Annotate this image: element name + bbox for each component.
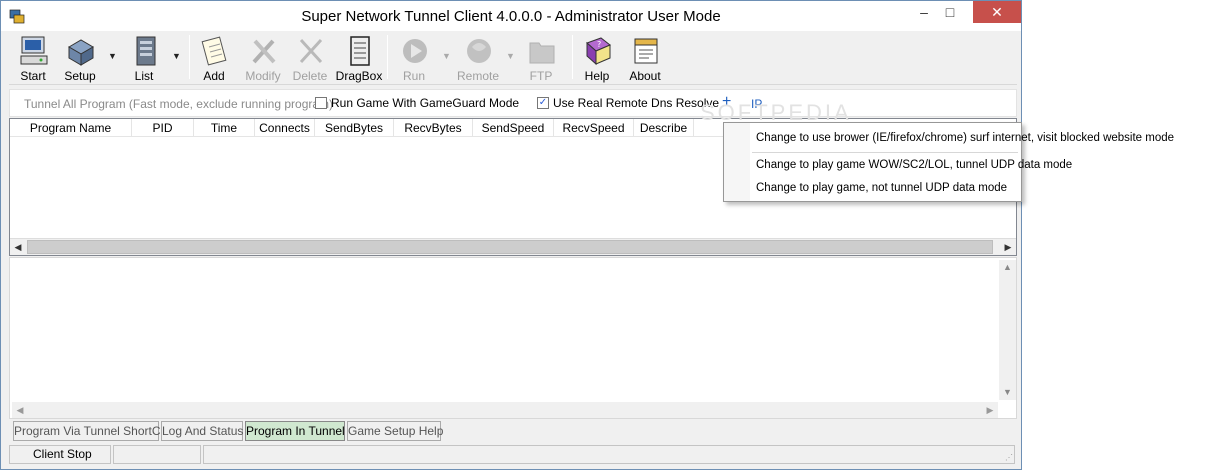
app-window: Super Network Tunnel Client 4.0.0.0 - Ad… xyxy=(0,0,1022,470)
modify-button[interactable]: Modify xyxy=(240,33,286,83)
mode-context-menu: Change to use brower (IE/firefox/chrome)… xyxy=(723,122,1174,202)
status-bar: Client Stop ⋰ xyxy=(9,445,1017,465)
ftp-label: FTP xyxy=(529,69,553,83)
ftp-button[interactable]: FTP xyxy=(518,33,564,83)
gameguard-label: Run Game With GameGuard Mode xyxy=(331,96,520,110)
menu-item-browser-mode[interactable]: Change to use brower (IE/firefox/chrome)… xyxy=(756,132,1174,144)
menu-gutter xyxy=(724,123,750,201)
column-header[interactable]: SendSpeed xyxy=(473,119,554,137)
list-dropdown-icon[interactable]: ▼ xyxy=(172,51,182,61)
horizontal-scrollbar[interactable]: ◀ ▶ xyxy=(10,238,1016,255)
scroll-thumb[interactable] xyxy=(27,240,993,254)
column-header[interactable]: Describe xyxy=(634,119,694,137)
remote-dropdown-icon[interactable]: ▼ xyxy=(506,51,516,61)
run-dropdown-icon[interactable]: ▼ xyxy=(442,51,452,61)
client-status: Client Stop xyxy=(9,445,111,464)
menu-item-udp-tunnel-mode[interactable]: Change to play game WOW/SC2/LOL, tunnel … xyxy=(756,159,1072,171)
tab-game-setup-help[interactable]: Game Setup Help xyxy=(347,421,443,441)
gameguard-checkbox[interactable]: Run Game With GameGuard Mode xyxy=(315,96,519,110)
menu-separator xyxy=(752,152,1018,153)
tab-log-and-status[interactable]: Log And Status xyxy=(161,421,243,441)
log-area[interactable]: ▲ ▼ ◀ ▶ xyxy=(9,257,1017,419)
close-button[interactable]: ✕ xyxy=(973,1,1021,23)
setup-button[interactable]: Setup xyxy=(57,33,103,83)
dragbox-icon xyxy=(350,36,370,66)
tab-program-via-tunnel-shortcut[interactable]: Program Via Tunnel ShortCut xyxy=(13,421,171,441)
column-header[interactable]: Program Name xyxy=(10,119,132,137)
scroll-down-icon[interactable]: ▼ xyxy=(999,385,1016,400)
dragbox-label: DragBox xyxy=(335,69,383,83)
list-label: List xyxy=(134,69,154,83)
about-label: About xyxy=(629,69,661,83)
setup-box-icon xyxy=(68,39,94,66)
about-icon xyxy=(634,38,658,64)
column-header[interactable]: Connects xyxy=(255,119,315,137)
tab-program-in-tunnel[interactable]: Program In Tunnel xyxy=(245,421,345,441)
run-button[interactable]: Run xyxy=(391,33,437,83)
tunnel-all-program-button[interactable]: Tunnel All Program (Fast mode, exclude r… xyxy=(24,97,333,111)
scroll-right-icon[interactable]: ▶ xyxy=(982,403,998,418)
remote-label: Remote xyxy=(456,69,500,83)
window-title: Super Network Tunnel Client 4.0.0.0 - Ad… xyxy=(301,8,721,25)
horizontal-scrollbar[interactable]: ◀ ▶ xyxy=(12,402,998,418)
column-header[interactable]: RecvSpeed xyxy=(554,119,634,137)
setup-label: Setup xyxy=(64,69,96,83)
start-button[interactable]: Start xyxy=(10,33,56,83)
list-icon xyxy=(136,36,156,66)
computer-icon xyxy=(20,36,48,65)
options-bar: Tunnel All Program (Fast mode, exclude r… xyxy=(9,89,1017,117)
svg-text:?: ? xyxy=(597,40,601,49)
column-header[interactable]: Time xyxy=(194,119,255,137)
remote-dns-label: Use Real Remote Dns Resolve xyxy=(553,96,720,110)
ftp-folder-icon xyxy=(529,42,555,64)
status-cell-message xyxy=(203,445,1015,464)
column-header[interactable]: RecvBytes xyxy=(394,119,473,137)
toolbar: Start Setup ▼ List ▼ Add Modify Delete D… xyxy=(9,31,1017,85)
remote-icon xyxy=(467,39,491,63)
column-header[interactable]: PID xyxy=(132,119,194,137)
title-bar[interactable]: Super Network Tunnel Client 4.0.0.0 - Ad… xyxy=(1,1,1021,31)
scroll-up-icon[interactable]: ▲ xyxy=(999,260,1016,275)
run-icon xyxy=(403,39,427,63)
notepad-icon xyxy=(201,36,227,66)
setup-dropdown-icon[interactable]: ▼ xyxy=(108,51,118,61)
menu-item-no-udp-mode[interactable]: Change to play game, not tunnel UDP data… xyxy=(756,182,1007,194)
scroll-right-icon[interactable]: ▶ xyxy=(1000,240,1016,255)
remote-button[interactable]: Remote xyxy=(455,33,501,83)
add-button[interactable]: Add xyxy=(191,33,237,83)
status-cell-empty xyxy=(113,445,201,464)
maximize-button[interactable]: □ xyxy=(927,1,973,23)
vertical-scrollbar[interactable]: ▲ ▼ xyxy=(999,260,1016,400)
resize-grip-icon[interactable]: ⋰ xyxy=(1005,453,1015,463)
scroll-left-icon[interactable]: ◀ xyxy=(10,240,26,255)
tools-icon xyxy=(252,39,276,64)
delete-button[interactable]: Delete xyxy=(287,33,333,83)
help-book-icon: ? xyxy=(586,37,611,66)
scroll-left-icon[interactable]: ◀ xyxy=(12,403,28,418)
dragbox-button[interactable]: DragBox xyxy=(336,33,382,83)
run-label: Run xyxy=(402,69,425,83)
checkbox-unchecked-icon xyxy=(315,97,327,109)
list-button[interactable]: List xyxy=(121,33,167,83)
about-button[interactable]: About xyxy=(622,33,668,83)
column-header[interactable]: SendBytes xyxy=(315,119,394,137)
delete-x-icon xyxy=(299,38,323,64)
help-button[interactable]: ? Help xyxy=(574,33,620,83)
checkmark-icon: ✓ xyxy=(537,97,549,109)
remote-dns-checkbox[interactable]: ✓ Use Real Remote Dns Resolve xyxy=(537,96,719,110)
